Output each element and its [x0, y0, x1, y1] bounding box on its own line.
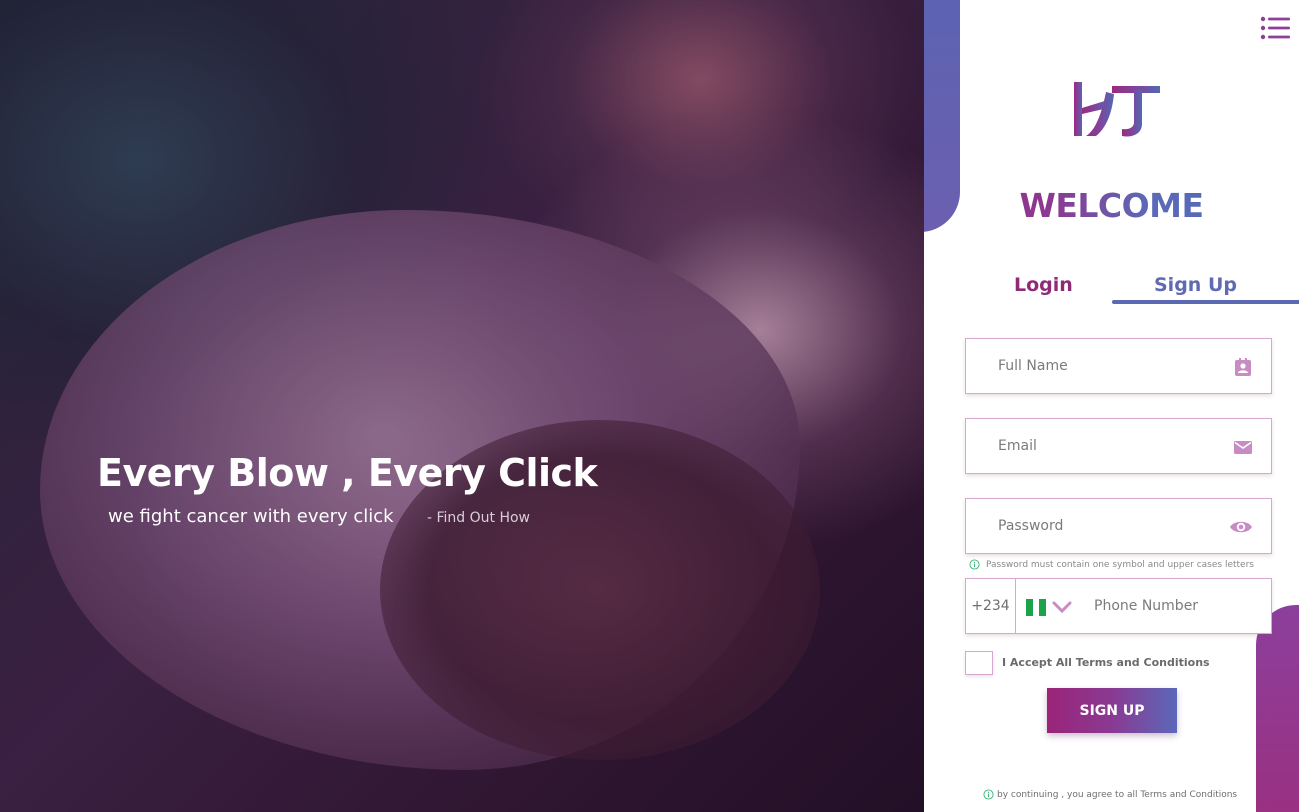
tab-sign-up[interactable]: Sign Up: [1154, 274, 1237, 296]
email-input[interactable]: [998, 419, 1218, 473]
hero-section: Every Blow , Every Click we fight cancer…: [0, 0, 924, 812]
chevron-down-icon[interactable]: [1052, 600, 1072, 614]
info-icon: [983, 789, 994, 800]
hero-tint: [0, 0, 924, 812]
decorative-blob-bottom: [1256, 605, 1299, 812]
active-tab-indicator: [1112, 300, 1299, 304]
menu-icon[interactable]: [1260, 16, 1290, 40]
find-out-how-link[interactable]: - Find Out How: [427, 510, 530, 526]
password-field-container: [965, 498, 1272, 554]
brand-logo: [1074, 82, 1160, 137]
country-code: +234: [966, 579, 1016, 633]
mail-icon: [1234, 441, 1252, 454]
sign-up-button[interactable]: SIGN UP: [1047, 688, 1177, 733]
password-hint: Password must contain one symbol and upp…: [969, 559, 1254, 570]
tab-login[interactable]: Login: [1014, 274, 1073, 296]
email-field-container: [965, 418, 1272, 474]
phone-number-input[interactable]: [1094, 579, 1264, 633]
terms-checkbox[interactable]: [965, 651, 993, 675]
phone-field-container: +234: [965, 578, 1272, 634]
password-hint-text: Password must contain one symbol and upp…: [986, 560, 1254, 570]
footer-note: by continuing , you agree to all Terms a…: [983, 789, 1237, 800]
hero-subtitle: we fight cancer with every click: [108, 506, 394, 527]
nigeria-flag-icon[interactable]: [1026, 599, 1047, 616]
welcome-heading: WELCOME: [924, 186, 1299, 225]
footer-note-text: by continuing , you agree to all Terms a…: [997, 790, 1238, 800]
eye-icon[interactable]: [1229, 517, 1253, 537]
hero-title: Every Blow , Every Click: [97, 451, 598, 495]
full-name-input[interactable]: [998, 339, 1218, 393]
contact-card-icon: [1235, 358, 1251, 376]
password-input[interactable]: [998, 499, 1218, 553]
full-name-field-container: [965, 338, 1272, 394]
terms-label: I Accept All Terms and Conditions: [1002, 656, 1210, 669]
info-icon: [969, 559, 980, 570]
signup-panel: WELCOME Login Sign Up Full Name Email Pa…: [924, 0, 1299, 812]
